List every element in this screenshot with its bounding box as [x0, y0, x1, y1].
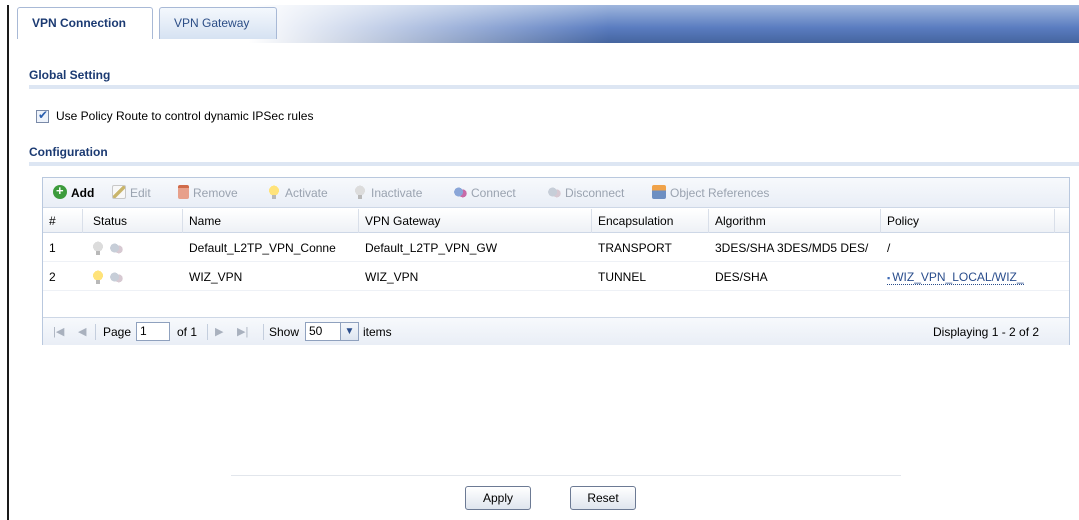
row-name: WIZ_VPN: [189, 270, 243, 284]
lightbulb-on-icon: [91, 270, 105, 284]
object-references-button[interactable]: Object References: [652, 185, 769, 201]
previous-page-icon[interactable]: ◀: [78, 325, 86, 339]
tab-vpn-connection[interactable]: VPN Connection: [17, 7, 153, 39]
apply-button[interactable]: Apply: [465, 486, 531, 510]
row-algorithm: DES/SHA: [715, 270, 768, 284]
last-page-icon[interactable]: ▶|: [237, 325, 248, 339]
edit-button[interactable]: Edit: [112, 185, 151, 201]
page-count-label: of 1: [177, 325, 198, 339]
inactivate-button[interactable]: Inactivate: [353, 185, 422, 201]
vpn-settings-window: VPN Connection VPN Gateway Global Settin…: [7, 5, 1079, 520]
displaying-count: Displaying 1 - 2 of 2: [933, 325, 1040, 339]
add-label: Add: [71, 186, 95, 200]
disconnect-label: Disconnect: [565, 186, 625, 200]
grid-toolbar: Add Edit Remove Activate Inactivate Conn…: [43, 178, 1069, 208]
connect-button[interactable]: Connect: [453, 185, 516, 201]
row-number: 2: [49, 270, 56, 284]
pager-separator: [263, 324, 264, 340]
column-name[interactable]: Name: [183, 209, 359, 233]
activate-button[interactable]: Activate: [267, 185, 328, 201]
disconnect-icon: [109, 241, 123, 255]
lightbulb-on-icon: [267, 185, 281, 199]
page-number-input[interactable]: 1: [136, 322, 170, 341]
row-policy: /: [887, 241, 891, 255]
reset-button[interactable]: Reset: [570, 486, 636, 510]
lightbulb-off-icon: [91, 241, 105, 255]
column-encapsulation[interactable]: Encapsulation: [592, 209, 709, 233]
policy-route-checkbox[interactable]: [36, 108, 49, 123]
object-references-icon: [652, 185, 666, 199]
column-status[interactable]: Status: [83, 209, 183, 233]
configuration-title: Configuration: [29, 145, 108, 159]
items-label: items: [363, 325, 392, 339]
trash-icon: [178, 185, 189, 199]
row-encapsulation: TRANSPORT: [598, 241, 672, 255]
column-algorithm[interactable]: Algorithm: [709, 209, 881, 233]
disconnect-button[interactable]: Disconnect: [547, 185, 624, 201]
page-label: Page: [103, 325, 132, 339]
table-row[interactable]: 1 Default_L2TP_VPN_Conne Default_L2TP_VP…: [43, 234, 1069, 262]
policy-link[interactable]: WIZ_VPN_LOCAL/WIZ_: [887, 270, 1024, 285]
row-encapsulation: TUNNEL: [598, 270, 647, 284]
page-size-select[interactable]: 50: [305, 322, 341, 341]
disconnect-icon: [547, 185, 561, 199]
add-icon: [53, 183, 67, 199]
edit-label: Edit: [130, 186, 151, 200]
row-vpn-gateway: WIZ_VPN: [365, 270, 419, 284]
connect-label: Connect: [471, 186, 516, 200]
global-setting-divider: [29, 85, 1079, 89]
pagination-bar: |◀ ◀ Page 1 of 1 ▶ ▶| Show 50 ▼ items Di…: [43, 317, 1069, 345]
pager-separator: [207, 324, 208, 340]
edit-icon: [112, 185, 126, 199]
row-algorithm: 3DES/SHA 3DES/MD5 DES/: [715, 241, 869, 255]
remove-button[interactable]: Remove: [178, 185, 238, 201]
remove-label: Remove: [193, 186, 238, 200]
inactivate-label: Inactivate: [371, 186, 423, 200]
add-button[interactable]: Add: [53, 183, 95, 201]
tab-vpn-gateway[interactable]: VPN Gateway: [159, 7, 277, 39]
tab-bar: VPN Connection VPN Gateway: [9, 5, 1079, 43]
lightbulb-off-icon: [353, 185, 367, 199]
vpn-connection-grid: Add Edit Remove Activate Inactivate Conn…: [42, 177, 1070, 345]
configuration-divider: [29, 162, 1079, 166]
pager-separator: [95, 324, 96, 340]
chevron-down-icon[interactable]: ▼: [341, 322, 359, 341]
row-policy[interactable]: WIZ_VPN_LOCAL/WIZ_: [881, 263, 1055, 291]
connect-icon: [453, 185, 467, 199]
first-page-icon[interactable]: |◀: [53, 325, 64, 339]
row-vpn-gateway: Default_L2TP_VPN_GW: [365, 241, 498, 255]
row-number: 1: [49, 241, 56, 255]
next-page-icon[interactable]: ▶: [215, 325, 223, 339]
column-number[interactable]: #: [43, 209, 83, 233]
show-label: Show: [269, 325, 300, 339]
global-setting-title: Global Setting: [29, 68, 111, 82]
column-vpn-gateway[interactable]: VPN Gateway: [359, 209, 592, 233]
object-references-label: Object References: [670, 186, 770, 200]
disconnect-icon: [109, 270, 123, 284]
footer-divider: [231, 475, 901, 476]
table-header: # Status Name VPN Gateway Encapsulation …: [43, 209, 1069, 233]
column-policy[interactable]: Policy: [881, 209, 1055, 233]
table-row[interactable]: 2 WIZ_VPN WIZ_VPN TUNNEL DES/SHA WIZ_VPN…: [43, 263, 1069, 291]
activate-label: Activate: [285, 186, 328, 200]
policy-route-label: Use Policy Route to control dynamic IPSe…: [56, 109, 314, 123]
row-name: Default_L2TP_VPN_Conne: [189, 241, 336, 255]
